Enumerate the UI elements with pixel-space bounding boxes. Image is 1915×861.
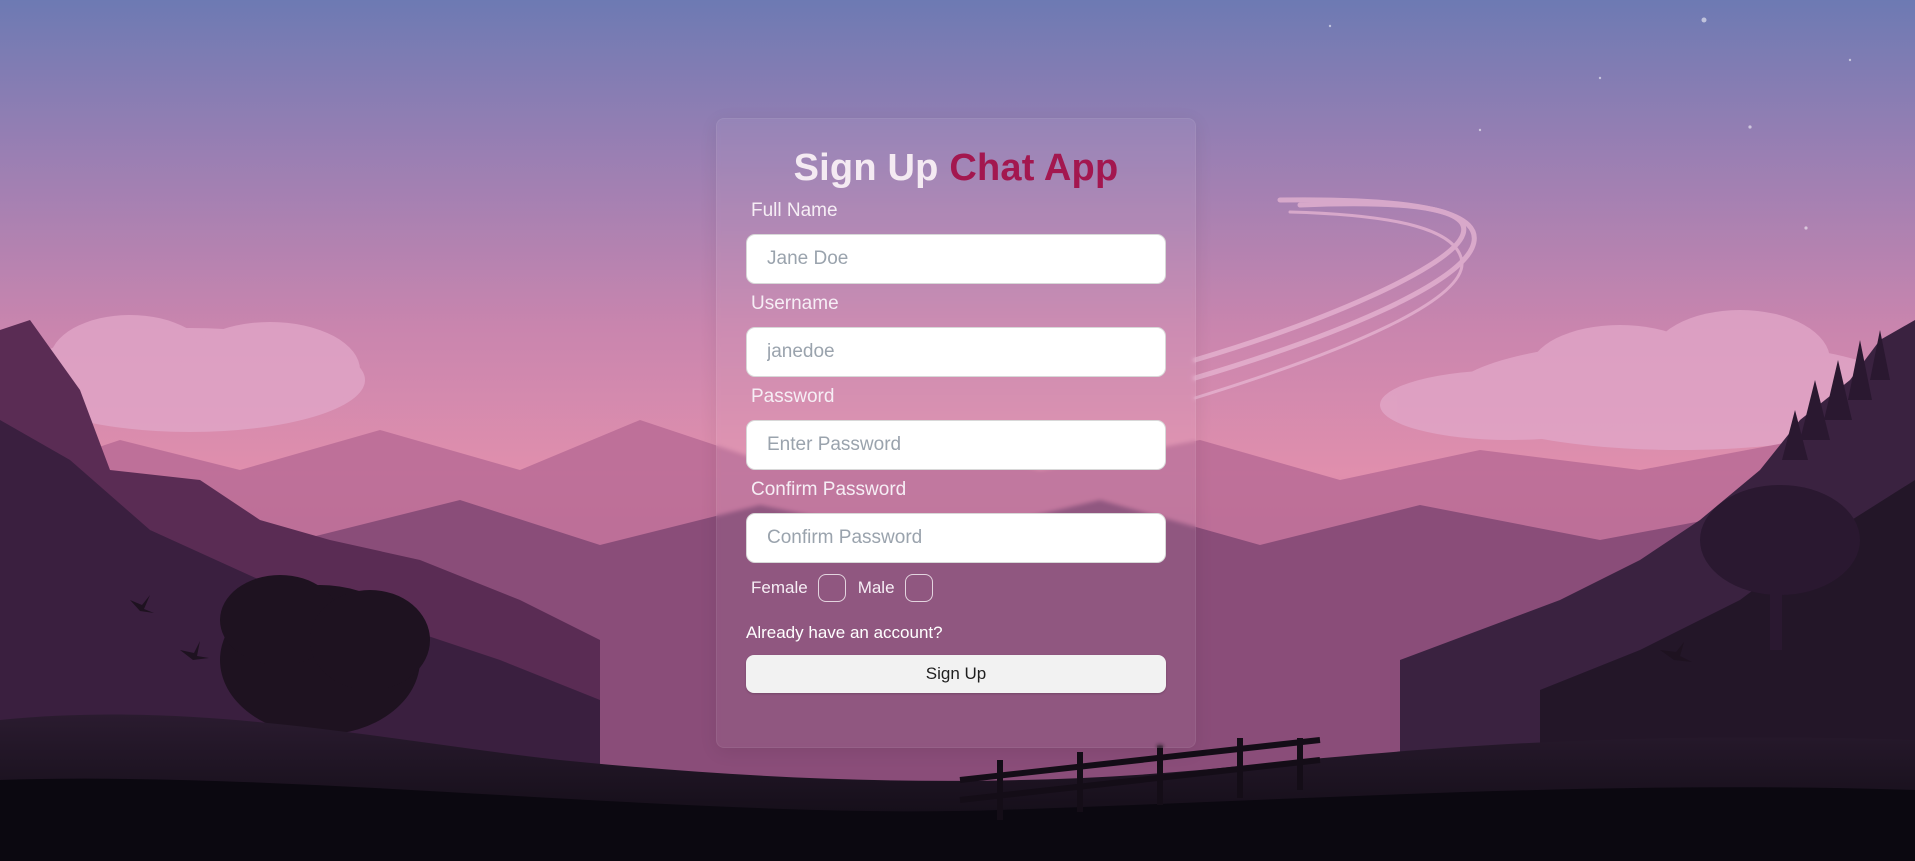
confirm-password-group: Confirm Password xyxy=(746,477,1166,563)
female-checkbox[interactable] xyxy=(817,574,846,602)
male-label: Male xyxy=(857,578,895,597)
full-name-input[interactable] xyxy=(746,234,1166,284)
confirm-password-label: Confirm Password xyxy=(751,479,907,500)
username-group: Username xyxy=(746,291,1166,377)
full-name-label: Full Name xyxy=(751,200,838,221)
login-link[interactable]: Already have an account? xyxy=(746,621,943,645)
title-app-name: Chat App xyxy=(949,147,1119,189)
gender-selector: Female Male xyxy=(751,573,1166,603)
password-group: Password xyxy=(746,384,1166,470)
username-label: Username xyxy=(751,293,839,314)
signup-card: Sign Up Chat App Full Name Username Pass… xyxy=(716,118,1196,748)
username-input[interactable] xyxy=(746,327,1166,377)
female-label: Female xyxy=(751,578,808,597)
sign-up-button[interactable]: Sign Up xyxy=(746,655,1166,693)
confirm-password-input[interactable] xyxy=(746,513,1166,563)
password-label: Password xyxy=(751,386,835,407)
password-input[interactable] xyxy=(746,420,1166,470)
page-title: Sign Up Chat App xyxy=(746,145,1166,191)
male-checkbox[interactable] xyxy=(904,574,933,602)
full-name-group: Full Name xyxy=(746,198,1166,284)
title-prefix: Sign Up xyxy=(793,147,939,189)
